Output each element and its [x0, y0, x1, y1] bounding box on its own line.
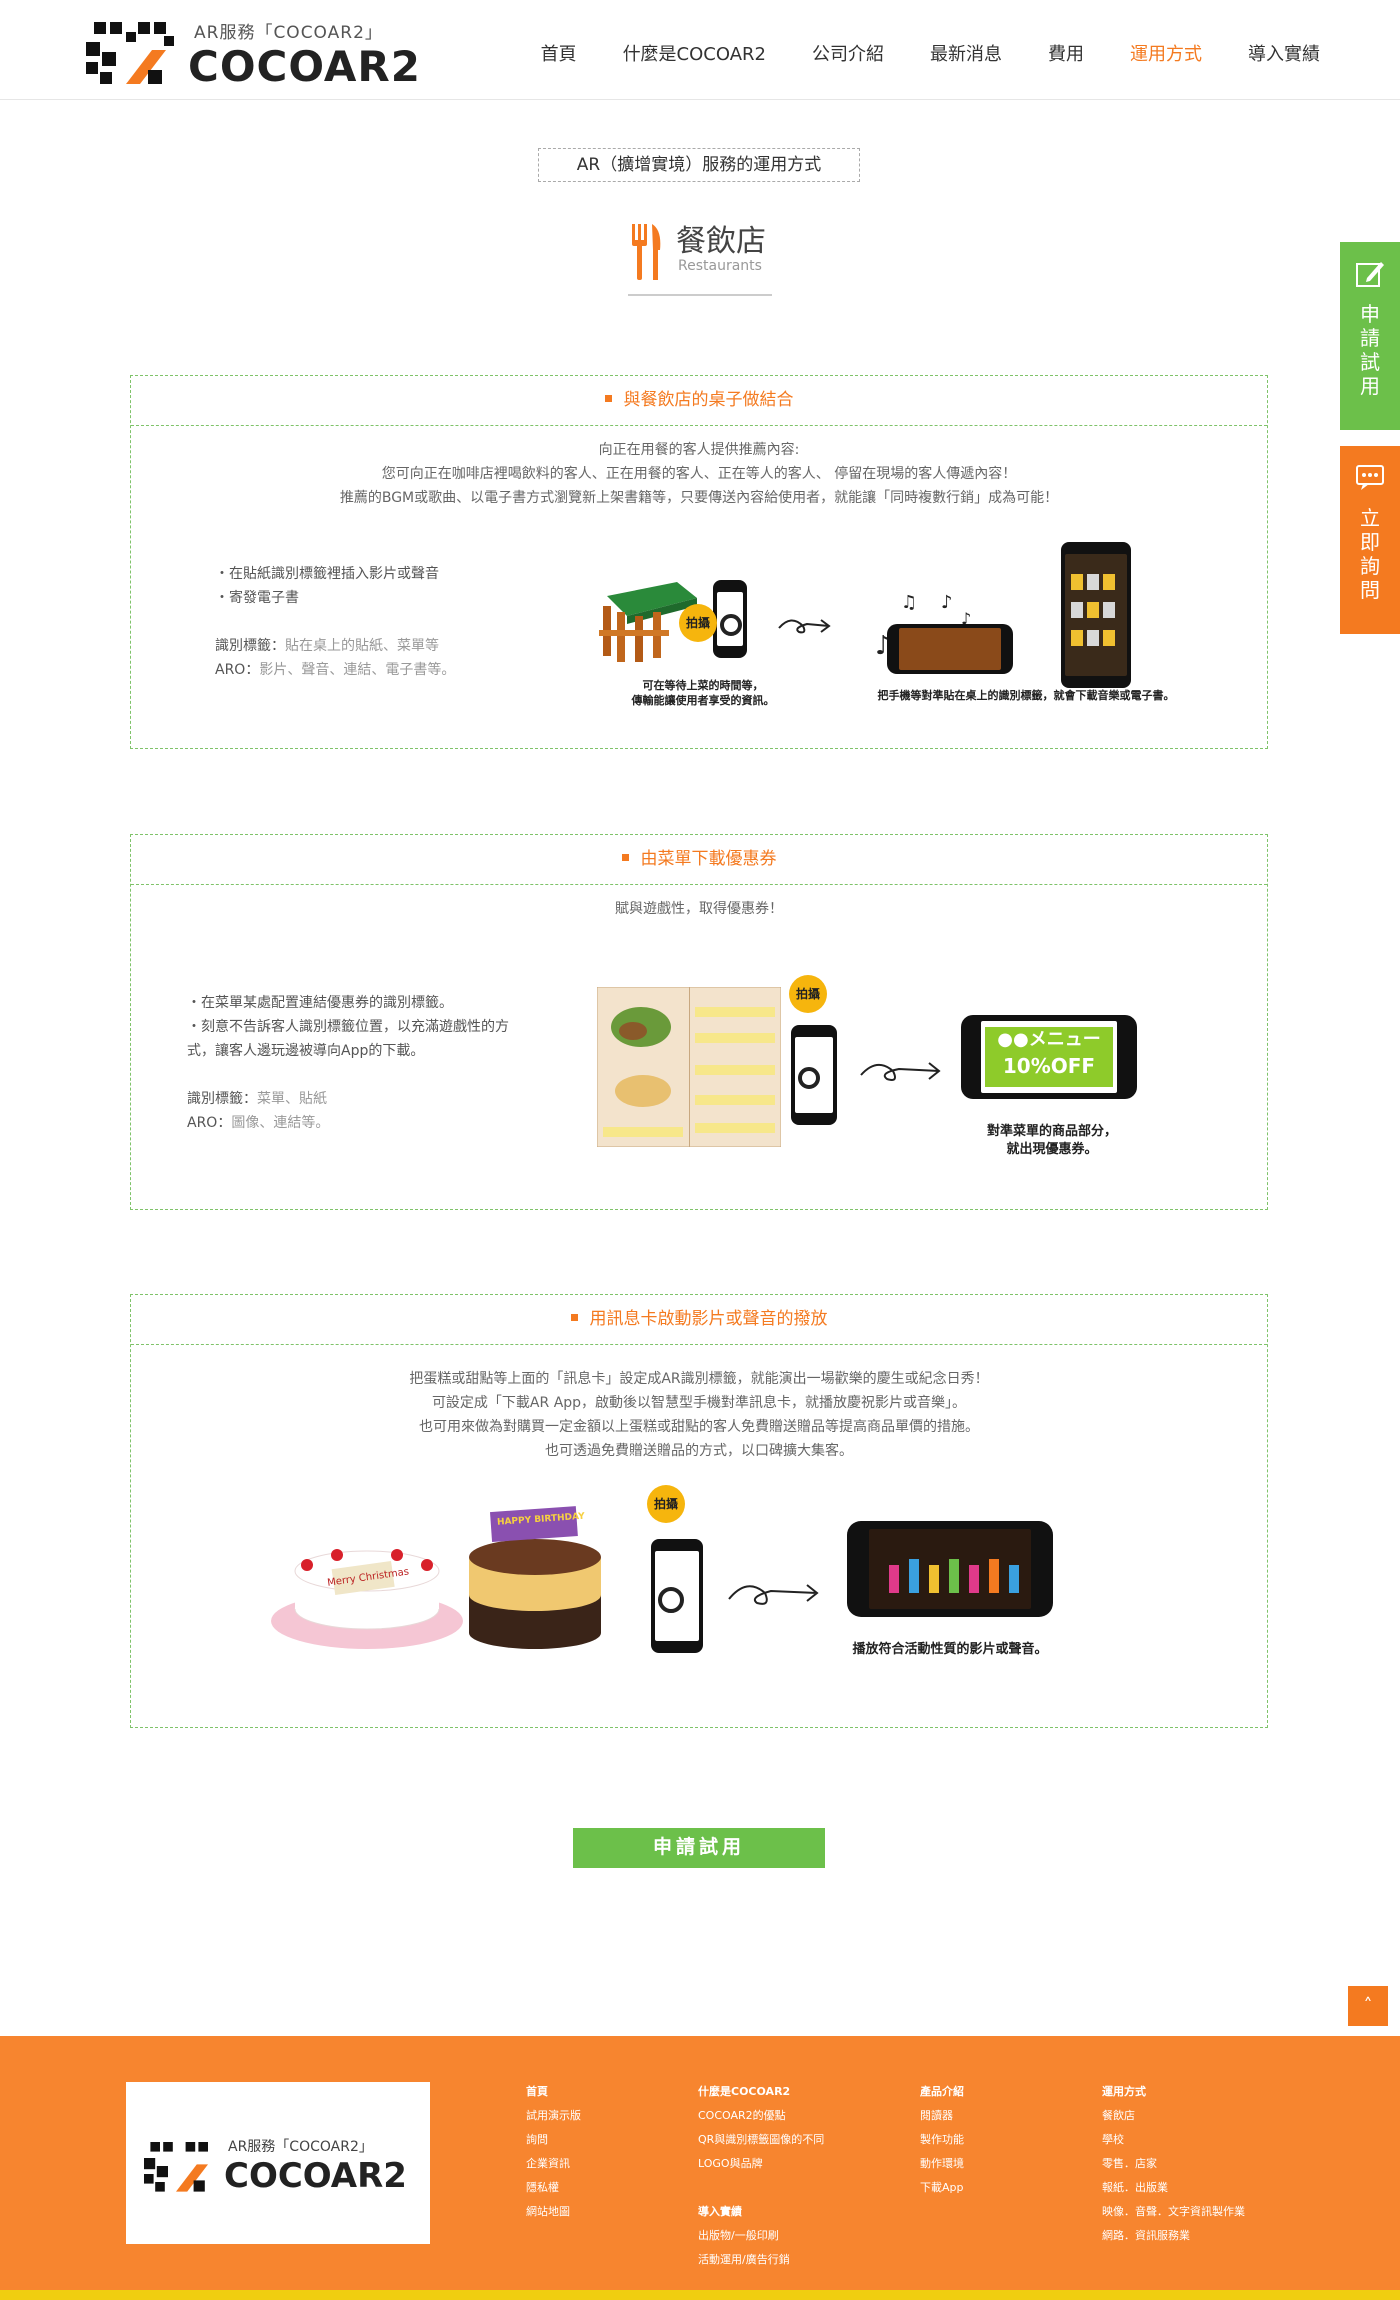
page-tag: AR（擴增實境）服務的運用方式 — [538, 148, 860, 182]
bullet-square-icon — [604, 394, 612, 402]
footer-logo-subtitle: AR服務「COCOAR2」 — [228, 2139, 373, 2155]
phone-illustration — [651, 1539, 703, 1653]
nav-what-is-cocoar2[interactable]: 什麼是COCOAR2 — [623, 40, 766, 66]
shoot-badge: 拍攝 — [679, 604, 717, 642]
site-footer: AR服務「COCOAR2」 COCOAR2 首頁 試用演示版 詢問 企業資訊 隱… — [0, 2036, 1400, 2300]
menu-illustration — [597, 987, 781, 1147]
phone-landscape-video — [887, 624, 1013, 674]
logo-title: COCOAR2 — [188, 42, 421, 91]
section-intro: 向正在用餐的客人提供推薦內容: 您可向正在咖啡店裡喝飲料的客人、正在用餐的客人、… — [339, 442, 1059, 506]
phone-illustration — [713, 580, 747, 658]
footer-link[interactable]: 學校 — [1102, 2128, 1245, 2152]
caption-right: 播放符合活動性質的影片或聲音。 — [852, 1642, 1048, 1657]
caption-right: 對準菜單的商品部分， 就出現優惠券。 — [986, 1124, 1117, 1157]
footer-link[interactable]: QR與識別標籤圖像的不同 — [698, 2128, 824, 2152]
footer-logo[interactable]: AR服務「COCOAR2」 COCOAR2 — [126, 2082, 430, 2244]
section-message-card: 用訊息卡啟動影片或聲音的撥放 把蛋糕或甜點等上面的「訊息卡」設定成AR識別標籤，… — [130, 1294, 1268, 1728]
footer-link[interactable]: 製作功能 — [920, 2128, 964, 2152]
nav-cases[interactable]: 導入實績 — [1248, 40, 1320, 66]
bullet-square-icon — [621, 853, 629, 861]
site-logo[interactable]: AR服務「COCOAR2」 COCOAR2 — [86, 14, 426, 91]
logo-mark-icon — [86, 22, 174, 84]
nav-usage[interactable]: 運用方式 — [1130, 40, 1202, 66]
logo-subtitle: AR服務「COCOAR2」 — [194, 23, 383, 43]
phone-illustration — [791, 1025, 837, 1125]
caption-right: 把手機等對準貼在桌上的識別標籤，就會下載音樂或電子書。 — [877, 689, 1175, 702]
category-divider — [628, 294, 772, 296]
section-bullets: ・在菜單某處配置連結優惠券的識別標籤。 ・刻意不告訴客人識別標籤位置，以充滿遊戲… — [187, 995, 509, 1131]
nav-home[interactable]: 首頁 — [541, 40, 577, 66]
side-apply-tab[interactable]: 申 請 試 用 — [1340, 242, 1400, 430]
chat-bubble-icon — [1356, 465, 1384, 490]
category-title: 餐飲店 — [676, 224, 766, 259]
christmas-cake-illustration — [271, 1549, 463, 1649]
phone-coupon: ●●メニュー 10%OFF — [961, 1015, 1137, 1099]
fork-knife-icon — [632, 224, 661, 280]
footer-link[interactable]: 運用方式 — [1102, 2080, 1245, 2104]
nav-news[interactable]: 最新消息 — [930, 40, 1002, 66]
footer-bottom-strip — [0, 2290, 1400, 2300]
site-header: AR服務「COCOAR2」 COCOAR2 首頁 什麼是COCOAR2 公司介紹… — [0, 0, 1400, 100]
section-bullets: ・在貼紙識別標籤裡插入影片或聲音 ・寄發電子書 識別標籤：貼在桌上的貼紙、菜單等… — [215, 566, 456, 678]
section-intro: 把蛋糕或甜點等上面的「訊息卡」設定成AR識別標籤，就能演出一場歡樂的慶生或紀念日… — [409, 1371, 989, 1459]
footer-link[interactable]: 詢問 — [526, 2128, 581, 2152]
apply-trial-button[interactable]: 申請試用 — [573, 1828, 825, 1868]
footer-col-usage: 運用方式 餐飲店 學校 零售．店家 報紙．出版業 映像．音聲．文字資訊製作業 網… — [1102, 2080, 1245, 2248]
back-to-top-button[interactable]: ˄ — [1348, 1986, 1388, 2026]
footer-link[interactable]: 企業資訊 — [526, 2152, 581, 2176]
section-title: 由菜單下載優惠券 — [131, 835, 1267, 885]
edit-icon — [1356, 262, 1384, 287]
section-title: 用訊息卡啟動影片或聲音的撥放 — [131, 1295, 1267, 1345]
svg-text:♪: ♪ — [941, 594, 953, 613]
coupon-banner: ●●メニュー 10%OFF — [985, 1027, 1113, 1087]
category-english: Restaurants — [678, 258, 762, 274]
footer-link[interactable]: 產品介紹 — [920, 2080, 964, 2104]
footer-link[interactable]: 餐飲店 — [1102, 2104, 1245, 2128]
footer-link[interactable]: COCOAR2的優點 — [698, 2104, 824, 2128]
logo-mark-icon — [144, 2142, 208, 2192]
footer-link[interactable]: 試用演示版 — [526, 2104, 581, 2128]
section-menu: 由菜單下載優惠券 賦與遊戲性，取得優惠券！ ・在菜單某處配置連結優惠券的識別標籤… — [130, 834, 1268, 1210]
arrow-icon — [860, 1062, 941, 1081]
footer-link[interactable]: 首頁 — [526, 2080, 581, 2104]
side-inquiry-tab[interactable]: 立 即 詢 問 — [1340, 446, 1400, 634]
footer-link[interactable]: 零售．店家 — [1102, 2152, 1245, 2176]
nav-pricing[interactable]: 費用 — [1048, 40, 1084, 66]
nav-company[interactable]: 公司介紹 — [812, 40, 884, 66]
section-table: 與餐飲店的桌子做結合 向正在用餐的客人提供推薦內容: 您可向正在咖啡店裡喝飲料的… — [130, 375, 1268, 749]
arrow-icon — [728, 1584, 819, 1605]
phone-ebook — [1061, 542, 1131, 688]
footer-link[interactable]: 下載App — [920, 2176, 964, 2200]
svg-text:♫: ♫ — [901, 594, 917, 613]
footer-link[interactable]: 活動運用/廣告行銷 — [698, 2248, 824, 2272]
bullet-square-icon — [570, 1313, 578, 1321]
footer-link[interactable]: 導入實績 — [698, 2200, 824, 2224]
shoot-badge: 拍攝 — [789, 975, 827, 1013]
caption-left: 可在等待上菜的時間等， 傳輸能讓使用者享受的資訊。 — [631, 679, 775, 707]
footer-link[interactable]: 報紙．出版業 — [1102, 2176, 1245, 2200]
footer-col-main: 首頁 試用演示版 詢問 企業資訊 隱私權 網站地圖 — [526, 2080, 581, 2224]
shoot-badge: 拍攝 — [647, 1485, 685, 1523]
section-intro: 賦與遊戲性，取得優惠券！ — [615, 901, 783, 917]
category-heading: 餐飲店 Restaurants — [620, 214, 780, 296]
phone-video — [847, 1521, 1053, 1617]
arrow-icon — [778, 619, 831, 634]
footer-link[interactable]: 出版物/一般印刷 — [698, 2224, 824, 2248]
footer-link[interactable]: 動作環境 — [920, 2152, 964, 2176]
section-title: 與餐飲店的桌子做結合 — [131, 376, 1267, 426]
footer-col-products: 產品介紹 閱讀器 製作功能 動作環境 下載App — [920, 2080, 964, 2200]
footer-link[interactable]: 什麼是COCOAR2 — [698, 2080, 824, 2104]
footer-link[interactable]: 網站地圖 — [526, 2200, 581, 2224]
footer-logo-title: COCOAR2 — [224, 2156, 407, 2196]
footer-link[interactable]: 網路．資訊服務業 — [1102, 2224, 1245, 2248]
footer-col-about: 什麼是COCOAR2 COCOAR2的優點 QR與識別標籤圖像的不同 LOGO與… — [698, 2080, 824, 2272]
footer-link[interactable]: 隱私權 — [526, 2176, 581, 2200]
main-nav: 首頁 什麼是COCOAR2 公司介紹 最新消息 費用 運用方式 導入實績 — [541, 40, 1320, 66]
footer-link[interactable]: LOGO與品牌 — [698, 2152, 824, 2176]
footer-link[interactable]: 映像．音聲．文字資訊製作業 — [1102, 2200, 1245, 2224]
footer-link[interactable]: 閱讀器 — [920, 2104, 964, 2128]
